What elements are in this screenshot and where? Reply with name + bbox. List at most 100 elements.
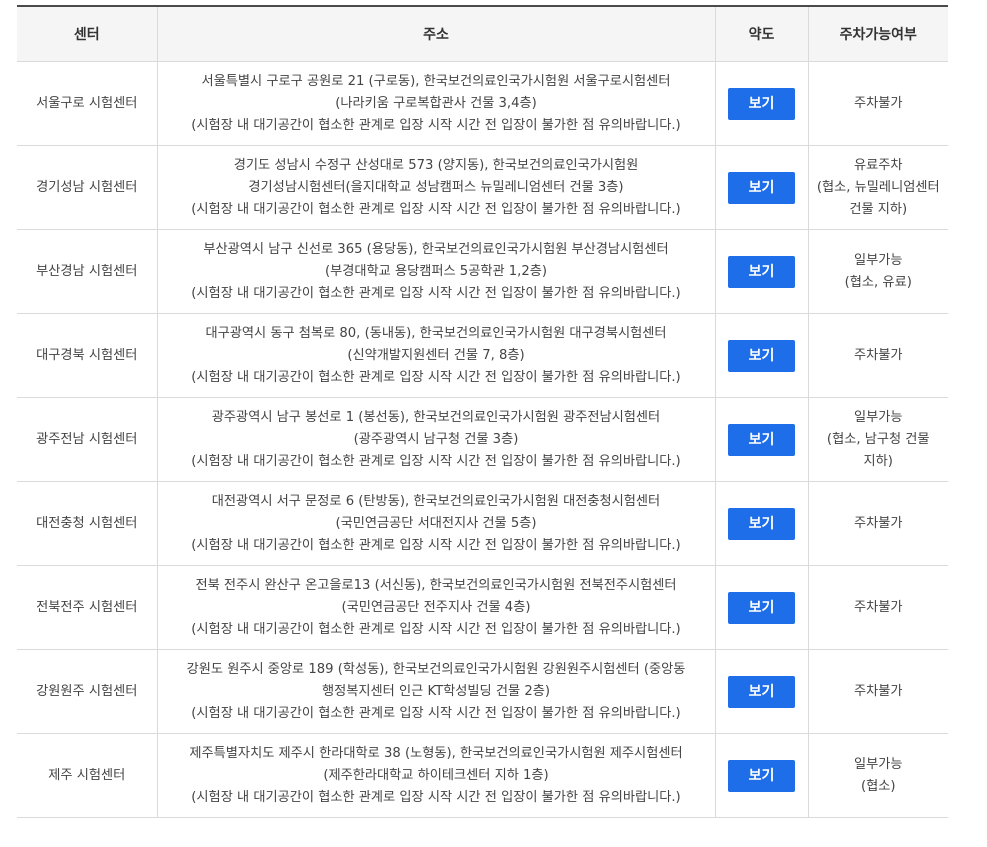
address-line: 서울특별시 구로구 공원로 21 (구로동), 한국보건의료인국가시험원 서울구…	[201, 73, 671, 89]
table-row: 제주 시험센터 제주특별자치도 제주시 한라대학로 38 (노형동), 한국보건…	[17, 733, 948, 818]
table-row: 광주전남 시험센터 광주광역시 남구 봉선로 1 (봉선동), 한국보건의료인국…	[17, 397, 948, 482]
table-row: 강원원주 시험센터 강원도 원주시 중앙로 189 (학성동), 한국보건의료인…	[17, 649, 948, 734]
view-map-button[interactable]: 보기	[728, 675, 795, 708]
parking-status: 주차불가	[807, 313, 948, 398]
parking-status: 유료주차 (협소, 뉴밀레니엄센터 건물 지하)	[807, 145, 948, 230]
address-line: 강원도 원주시 중앙로 189 (학성동), 한국보건의료인국가시험원 강원원주…	[186, 661, 686, 677]
parking-line: (협소, 남구청 건물	[826, 431, 930, 447]
address-line: (나라키움 구로복합관사 건물 3,4층)	[335, 95, 537, 111]
map-cell: 보기	[714, 61, 808, 146]
parking-line: 주차불가	[853, 515, 903, 531]
address-notice: (시험장 내 대기공간이 협소한 관계로 입장 시작 시간 전 입장이 불가한 …	[191, 117, 681, 133]
parking-line: (협소, 유료)	[844, 274, 912, 290]
address-line: 광주광역시 남구 봉선로 1 (봉선동), 한국보건의료인국가시험원 광주전남시…	[211, 409, 661, 425]
parking-line: 지하)	[863, 453, 893, 469]
center-address: 부산광역시 남구 신선로 365 (용당동), 한국보건의료인국가시험원 부산경…	[156, 229, 715, 314]
view-map-button[interactable]: 보기	[728, 255, 795, 288]
map-cell: 보기	[714, 733, 808, 818]
table-row: 서울구로 시험센터 서울특별시 구로구 공원로 21 (구로동), 한국보건의료…	[17, 61, 948, 146]
parking-line: 일부가능	[853, 409, 903, 425]
address-notice: (시험장 내 대기공간이 협소한 관계로 입장 시작 시간 전 입장이 불가한 …	[191, 285, 681, 301]
center-address: 강원도 원주시 중앙로 189 (학성동), 한국보건의료인국가시험원 강원원주…	[156, 649, 715, 734]
header-center: 센터	[17, 5, 157, 62]
address-notice: (시험장 내 대기공간이 협소한 관계로 입장 시작 시간 전 입장이 불가한 …	[191, 453, 681, 469]
parking-status: 일부가능 (협소, 남구청 건물 지하)	[807, 397, 948, 482]
center-name: 부산경남 시험센터	[17, 229, 157, 314]
view-map-button[interactable]: 보기	[728, 87, 795, 120]
address-line: (제주한라대학교 하이테크센터 지하 1층)	[323, 767, 549, 783]
table-row: 대구경북 시험센터 대구광역시 동구 첨복로 80, (동내동), 한국보건의료…	[17, 313, 948, 398]
address-line: 경기성남시험센터(을지대학교 성남캠퍼스 뉴밀레니엄센터 건물 3층)	[248, 179, 624, 195]
map-cell: 보기	[714, 313, 808, 398]
address-line: (국민연금공단 서대전지사 건물 5층)	[335, 515, 537, 531]
parking-status: 일부가능 (협소)	[807, 733, 948, 818]
address-line: 대전광역시 서구 문정로 6 (탄방동), 한국보건의료인국가시험원 대전충청시…	[211, 493, 661, 509]
center-name: 서울구로 시험센터	[17, 61, 157, 146]
center-address: 서울특별시 구로구 공원로 21 (구로동), 한국보건의료인국가시험원 서울구…	[156, 61, 715, 146]
table-header-row: 센터 주소 약도 주차가능여부	[17, 5, 948, 62]
table-row: 대전충청 시험센터 대전광역시 서구 문정로 6 (탄방동), 한국보건의료인국…	[17, 481, 948, 566]
address-line: (부경대학교 용당캠퍼스 5공학관 1,2층)	[324, 263, 548, 279]
parking-line: 주차불가	[853, 683, 903, 699]
center-name: 경기성남 시험센터	[17, 145, 157, 230]
parking-line: 주차불가	[853, 95, 903, 111]
parking-line: (협소)	[860, 778, 896, 794]
map-cell: 보기	[714, 481, 808, 566]
parking-line: 유료주차	[853, 157, 903, 173]
address-notice: (시험장 내 대기공간이 협소한 관계로 입장 시작 시간 전 입장이 불가한 …	[191, 201, 681, 217]
map-cell: 보기	[714, 397, 808, 482]
address-notice: (시험장 내 대기공간이 협소한 관계로 입장 시작 시간 전 입장이 불가한 …	[191, 621, 681, 637]
map-cell: 보기	[714, 649, 808, 734]
parking-status: 주차불가	[807, 649, 948, 734]
address-notice: (시험장 내 대기공간이 협소한 관계로 입장 시작 시간 전 입장이 불가한 …	[191, 705, 681, 721]
view-map-button[interactable]: 보기	[728, 507, 795, 540]
center-address: 제주특별자치도 제주시 한라대학로 38 (노형동), 한국보건의료인국가시험원…	[156, 733, 715, 818]
view-map-button[interactable]: 보기	[728, 591, 795, 624]
center-address: 대전광역시 서구 문정로 6 (탄방동), 한국보건의료인국가시험원 대전충청시…	[156, 481, 715, 566]
address-notice: (시험장 내 대기공간이 협소한 관계로 입장 시작 시간 전 입장이 불가한 …	[191, 789, 681, 805]
map-cell: 보기	[714, 565, 808, 650]
center-address: 대구광역시 동구 첨복로 80, (동내동), 한국보건의료인국가시험원 대구경…	[156, 313, 715, 398]
center-name: 광주전남 시험센터	[17, 397, 157, 482]
center-address: 광주광역시 남구 봉선로 1 (봉선동), 한국보건의료인국가시험원 광주전남시…	[156, 397, 715, 482]
parking-line: 일부가능	[853, 756, 903, 772]
address-line: 행정복지센터 인근 KT학성빌딩 건물 2층)	[322, 683, 550, 699]
center-name: 대전충청 시험센터	[17, 481, 157, 566]
view-map-button[interactable]: 보기	[728, 339, 795, 372]
address-line: (신약개발지원센터 건물 7, 8층)	[347, 347, 525, 363]
address-notice: (시험장 내 대기공간이 협소한 관계로 입장 시작 시간 전 입장이 불가한 …	[191, 537, 681, 553]
table-row: 부산경남 시험센터 부산광역시 남구 신선로 365 (용당동), 한국보건의료…	[17, 229, 948, 314]
center-name: 강원원주 시험센터	[17, 649, 157, 734]
parking-status: 일부가능 (협소, 유료)	[807, 229, 948, 314]
center-name: 전북전주 시험센터	[17, 565, 157, 650]
parking-line: 건물 지하)	[849, 201, 908, 217]
center-name: 대구경북 시험센터	[17, 313, 157, 398]
view-map-button[interactable]: 보기	[728, 423, 795, 456]
parking-line: (협소, 뉴밀레니엄센터	[816, 179, 940, 195]
address-line: 경기도 성남시 수정구 산성대로 573 (양지동), 한국보건의료인국가시험원	[233, 157, 639, 173]
parking-status: 주차불가	[807, 565, 948, 650]
cropped-section-heading	[18, 0, 348, 4]
parking-status: 주차불가	[807, 61, 948, 146]
address-line: 대구광역시 동구 첨복로 80, (동내동), 한국보건의료인국가시험원 대구경…	[205, 325, 667, 341]
view-map-button[interactable]: 보기	[728, 759, 795, 792]
view-map-button[interactable]: 보기	[728, 171, 795, 204]
address-line: (국민연금공단 전주지사 건물 4층)	[341, 599, 531, 615]
center-address: 경기도 성남시 수정구 산성대로 573 (양지동), 한국보건의료인국가시험원…	[156, 145, 715, 230]
parking-line: 주차불가	[853, 599, 903, 615]
address-line: 제주특별자치도 제주시 한라대학로 38 (노형동), 한국보건의료인국가시험원…	[189, 745, 683, 761]
center-address: 전북 전주시 완산구 온고을로13 (서신동), 한국보건의료인국가시험원 전북…	[156, 565, 715, 650]
address-line: 전북 전주시 완산구 온고을로13 (서신동), 한국보건의료인국가시험원 전북…	[195, 577, 677, 593]
header-address: 주소	[156, 5, 715, 62]
map-cell: 보기	[714, 145, 808, 230]
parking-line: 일부가능	[853, 252, 903, 268]
address-notice: (시험장 내 대기공간이 협소한 관계로 입장 시작 시간 전 입장이 불가한 …	[191, 369, 681, 385]
parking-line: 주차불가	[853, 347, 903, 363]
address-line: 부산광역시 남구 신선로 365 (용당동), 한국보건의료인국가시험원 부산경…	[203, 241, 669, 257]
map-cell: 보기	[714, 229, 808, 314]
center-name: 제주 시험센터	[17, 733, 157, 818]
table-row: 전북전주 시험센터 전북 전주시 완산구 온고을로13 (서신동), 한국보건의…	[17, 565, 948, 650]
header-parking: 주차가능여부	[807, 5, 948, 62]
table-row: 경기성남 시험센터 경기도 성남시 수정구 산성대로 573 (양지동), 한국…	[17, 145, 948, 230]
header-map: 약도	[714, 5, 808, 62]
